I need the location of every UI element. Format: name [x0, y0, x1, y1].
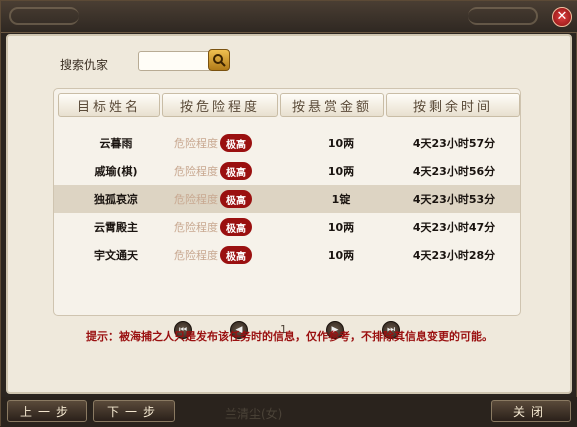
danger-badge: 极高 — [220, 134, 252, 152]
bottom-bar: 上一步 下一步 兰清尘(女) 关闭 — [1, 397, 577, 427]
danger-cell: 危险程度 极高 — [158, 246, 278, 264]
list-rows: 云暮雨 危险程度 极高 10两 4天23小时57分 戚瑜(棋) 危险程度 极高 10… — [54, 129, 520, 269]
tip-text: 提示：被海捕之人只是发布该任务时的信息，仅作参考，不排除其信息变更的可能。 — [86, 330, 493, 343]
reward-value: 10两 — [327, 165, 355, 178]
reward-value: 10两 — [327, 221, 355, 234]
bounty-window: ✕ 搜索仇家 目标姓名 按危险程度 按悬赏金额 按剩余时间 云暮雨 危险程度 极高… — [0, 0, 577, 427]
target-name: 独孤哀凉 — [94, 193, 138, 206]
time-remaining: 4天23小时28分 — [412, 249, 496, 262]
time-remaining: 4天23小时56分 — [412, 165, 496, 178]
danger-cell: 危险程度 极高 — [158, 134, 278, 152]
title-ornament-right — [468, 7, 538, 25]
next-step-button[interactable]: 下一步 — [93, 400, 175, 422]
background-text: 兰清尘(女) — [225, 407, 283, 421]
danger-label: 危险程度 — [174, 165, 218, 178]
danger-label: 危险程度 — [174, 137, 218, 150]
search-label: 搜索仇家 — [60, 58, 109, 72]
danger-badge: 极高 — [220, 246, 252, 264]
sort-by-danger[interactable]: 按危险程度 — [162, 93, 278, 117]
danger-label: 危险程度 — [174, 249, 218, 262]
sort-by-time[interactable]: 按剩余时间 — [386, 93, 520, 117]
prev-step-button[interactable]: 上一步 — [7, 400, 87, 422]
target-name: 戚瑜(棋) — [94, 165, 138, 178]
target-name: 云暮雨 — [99, 137, 133, 150]
danger-label: 危险程度 — [174, 221, 218, 234]
time-remaining: 4天23小时57分 — [412, 137, 496, 150]
list-header: 目标姓名 按危险程度 按悬赏金额 按剩余时间 — [58, 93, 520, 117]
list-row[interactable]: 云霄殿主 危险程度 极高 10两 4天23小时47分 — [54, 213, 520, 241]
danger-badge: 极高 — [220, 190, 252, 208]
reward-value: 1锭 — [331, 193, 351, 206]
search-button[interactable] — [208, 49, 230, 71]
close-icon[interactable]: ✕ — [552, 7, 572, 27]
danger-badge: 极高 — [220, 218, 252, 236]
list-row[interactable]: 宇文通天 危险程度 极高 10两 4天23小时28分 — [54, 241, 520, 269]
wanted-list: 目标姓名 按危险程度 按悬赏金额 按剩余时间 云暮雨 危险程度 极高 10两 4天… — [53, 88, 521, 339]
search-icon — [213, 54, 226, 67]
sort-by-reward[interactable]: 按悬赏金额 — [280, 93, 384, 117]
list-row[interactable]: 云暮雨 危险程度 极高 10两 4天23小时57分 — [54, 129, 520, 157]
reward-value: 10两 — [327, 137, 355, 150]
time-remaining: 4天23小时53分 — [412, 193, 496, 206]
title-ornament-left — [9, 7, 79, 25]
danger-label: 危险程度 — [174, 193, 218, 206]
target-name: 宇文通天 — [94, 249, 138, 262]
time-remaining: 4天23小时47分 — [412, 221, 496, 234]
danger-cell: 危险程度 极高 — [158, 190, 278, 208]
search-input[interactable] — [138, 51, 212, 71]
list-row-selected[interactable]: 独孤哀凉 危险程度 极高 1锭 4天23小时53分 — [54, 185, 520, 213]
danger-cell: 危险程度 极高 — [158, 218, 278, 236]
list-row[interactable]: 戚瑜(棋) 危险程度 极高 10两 4天23小时56分 — [54, 157, 520, 185]
reward-value: 10两 — [327, 249, 355, 262]
title-bar[interactable]: ✕ — [1, 1, 577, 33]
close-button[interactable]: 关闭 — [491, 400, 571, 422]
target-name: 云霄殿主 — [94, 221, 138, 234]
col-target-name[interactable]: 目标姓名 — [58, 93, 160, 117]
danger-badge: 极高 — [220, 162, 252, 180]
danger-cell: 危险程度 极高 — [158, 162, 278, 180]
content-panel: 搜索仇家 目标姓名 按危险程度 按悬赏金额 按剩余时间 云暮雨 危险程度 极高 1… — [6, 34, 572, 394]
